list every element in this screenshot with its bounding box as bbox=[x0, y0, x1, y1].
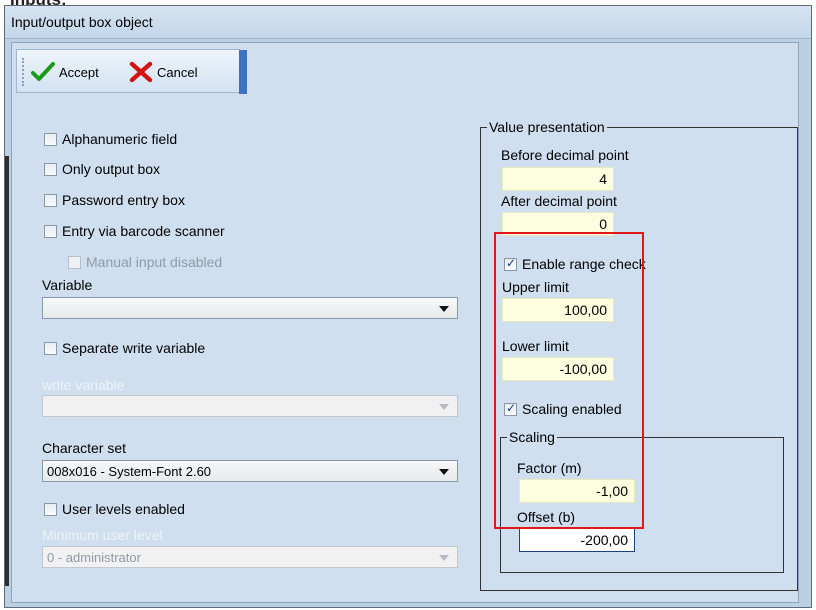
title-bar[interactable]: Input/output box object bbox=[5, 6, 811, 39]
checkbox-box[interactable] bbox=[44, 224, 57, 238]
checkbox-box bbox=[68, 255, 81, 269]
separate-write-label: Separate write variable bbox=[62, 340, 206, 356]
charset-dropdown[interactable]: 008x016 - System-Font 2.60 bbox=[42, 460, 458, 482]
range-check-label: Enable range check bbox=[522, 256, 646, 272]
factor-input[interactable]: -1,00 bbox=[519, 479, 635, 503]
offset-label: Offset (b) bbox=[517, 509, 576, 525]
scaling-title: Scaling bbox=[507, 429, 557, 445]
before-decimal-label: Before decimal point bbox=[501, 147, 629, 163]
password-label: Password entry box bbox=[62, 192, 185, 208]
checkbox-box[interactable] bbox=[44, 132, 57, 146]
scaling-group: Scaling bbox=[500, 429, 784, 573]
only-output-checkbox[interactable]: Only output box bbox=[44, 161, 160, 177]
scaling-enabled-label: Scaling enabled bbox=[522, 401, 622, 417]
upper-limit-label: Upper limit bbox=[502, 279, 569, 295]
checkmark-icon bbox=[31, 61, 55, 83]
checkbox-box[interactable] bbox=[44, 341, 57, 355]
write-variable-dropdown bbox=[42, 395, 458, 417]
min-user-level-label: Minimum user level bbox=[42, 527, 163, 543]
variable-dropdown[interactable] bbox=[42, 297, 458, 319]
offset-input[interactable]: -200,00 bbox=[519, 528, 635, 552]
dropdown-arrow-icon bbox=[439, 555, 449, 561]
checkbox-box[interactable] bbox=[44, 162, 57, 176]
window-title: Input/output box object bbox=[11, 14, 153, 30]
alphanumeric-label: Alphanumeric field bbox=[62, 131, 178, 147]
charset-label: Character set bbox=[42, 440, 127, 456]
factor-label: Factor (m) bbox=[517, 460, 582, 476]
checkbox-box[interactable] bbox=[504, 401, 517, 416]
checkbox-box[interactable] bbox=[44, 502, 57, 516]
charset-value: 008x016 - System-Font 2.60 bbox=[47, 463, 212, 479]
after-decimal-input[interactable]: 0 bbox=[502, 212, 614, 236]
toolbar: Accept Cancel bbox=[16, 49, 247, 94]
min-user-level-value: 0 - administrator bbox=[47, 549, 141, 565]
password-checkbox[interactable]: Password entry box bbox=[44, 192, 185, 208]
cancel-button[interactable]: Cancel bbox=[129, 60, 197, 84]
dialog-content: Accept Cancel Alphanumeric field Only ou… bbox=[11, 42, 799, 603]
barcode-checkbox[interactable]: Entry via barcode scanner bbox=[44, 223, 225, 239]
only-output-label: Only output box bbox=[62, 161, 161, 177]
user-levels-label: User levels enabled bbox=[62, 501, 185, 517]
red-x-icon bbox=[129, 61, 153, 83]
value-presentation-title: Value presentation bbox=[487, 119, 607, 135]
checkbox-box[interactable] bbox=[504, 256, 517, 271]
checkbox-box[interactable] bbox=[44, 193, 57, 207]
variable-label: Variable bbox=[42, 277, 93, 293]
accept-button[interactable]: Accept bbox=[31, 60, 99, 84]
dialog-window: Input/output box object Accept Cancel Al… bbox=[4, 5, 812, 608]
dropdown-arrow-icon bbox=[439, 404, 449, 410]
lower-limit-input[interactable]: -100,00 bbox=[502, 357, 614, 381]
write-variable-label: write variable bbox=[42, 377, 125, 393]
toolbar-grip[interactable] bbox=[22, 58, 26, 86]
window-shadow-edge bbox=[5, 156, 9, 586]
cancel-label: Cancel bbox=[157, 64, 198, 80]
before-decimal-input[interactable]: 4 bbox=[502, 167, 614, 191]
accept-label: Accept bbox=[59, 64, 99, 80]
toolbar-accent bbox=[239, 50, 247, 94]
range-check-checkbox[interactable]: Enable range check bbox=[504, 256, 646, 272]
after-decimal-label: After decimal point bbox=[501, 193, 617, 209]
dropdown-arrow-icon[interactable] bbox=[439, 469, 449, 475]
scaling-enabled-checkbox[interactable]: Scaling enabled bbox=[504, 401, 622, 417]
alphanumeric-checkbox[interactable]: Alphanumeric field bbox=[44, 131, 177, 147]
barcode-label: Entry via barcode scanner bbox=[62, 223, 225, 239]
dropdown-arrow-icon[interactable] bbox=[439, 306, 449, 312]
manual-input-disabled-label: Manual input disabled bbox=[86, 254, 223, 270]
manual-input-disabled-checkbox: Manual input disabled bbox=[68, 254, 222, 270]
upper-limit-input[interactable]: 100,00 bbox=[502, 298, 614, 322]
user-levels-checkbox[interactable]: User levels enabled bbox=[44, 501, 185, 517]
separate-write-checkbox[interactable]: Separate write variable bbox=[44, 340, 205, 356]
min-user-level-dropdown: 0 - administrator bbox=[42, 546, 458, 568]
lower-limit-label: Lower limit bbox=[502, 338, 569, 354]
